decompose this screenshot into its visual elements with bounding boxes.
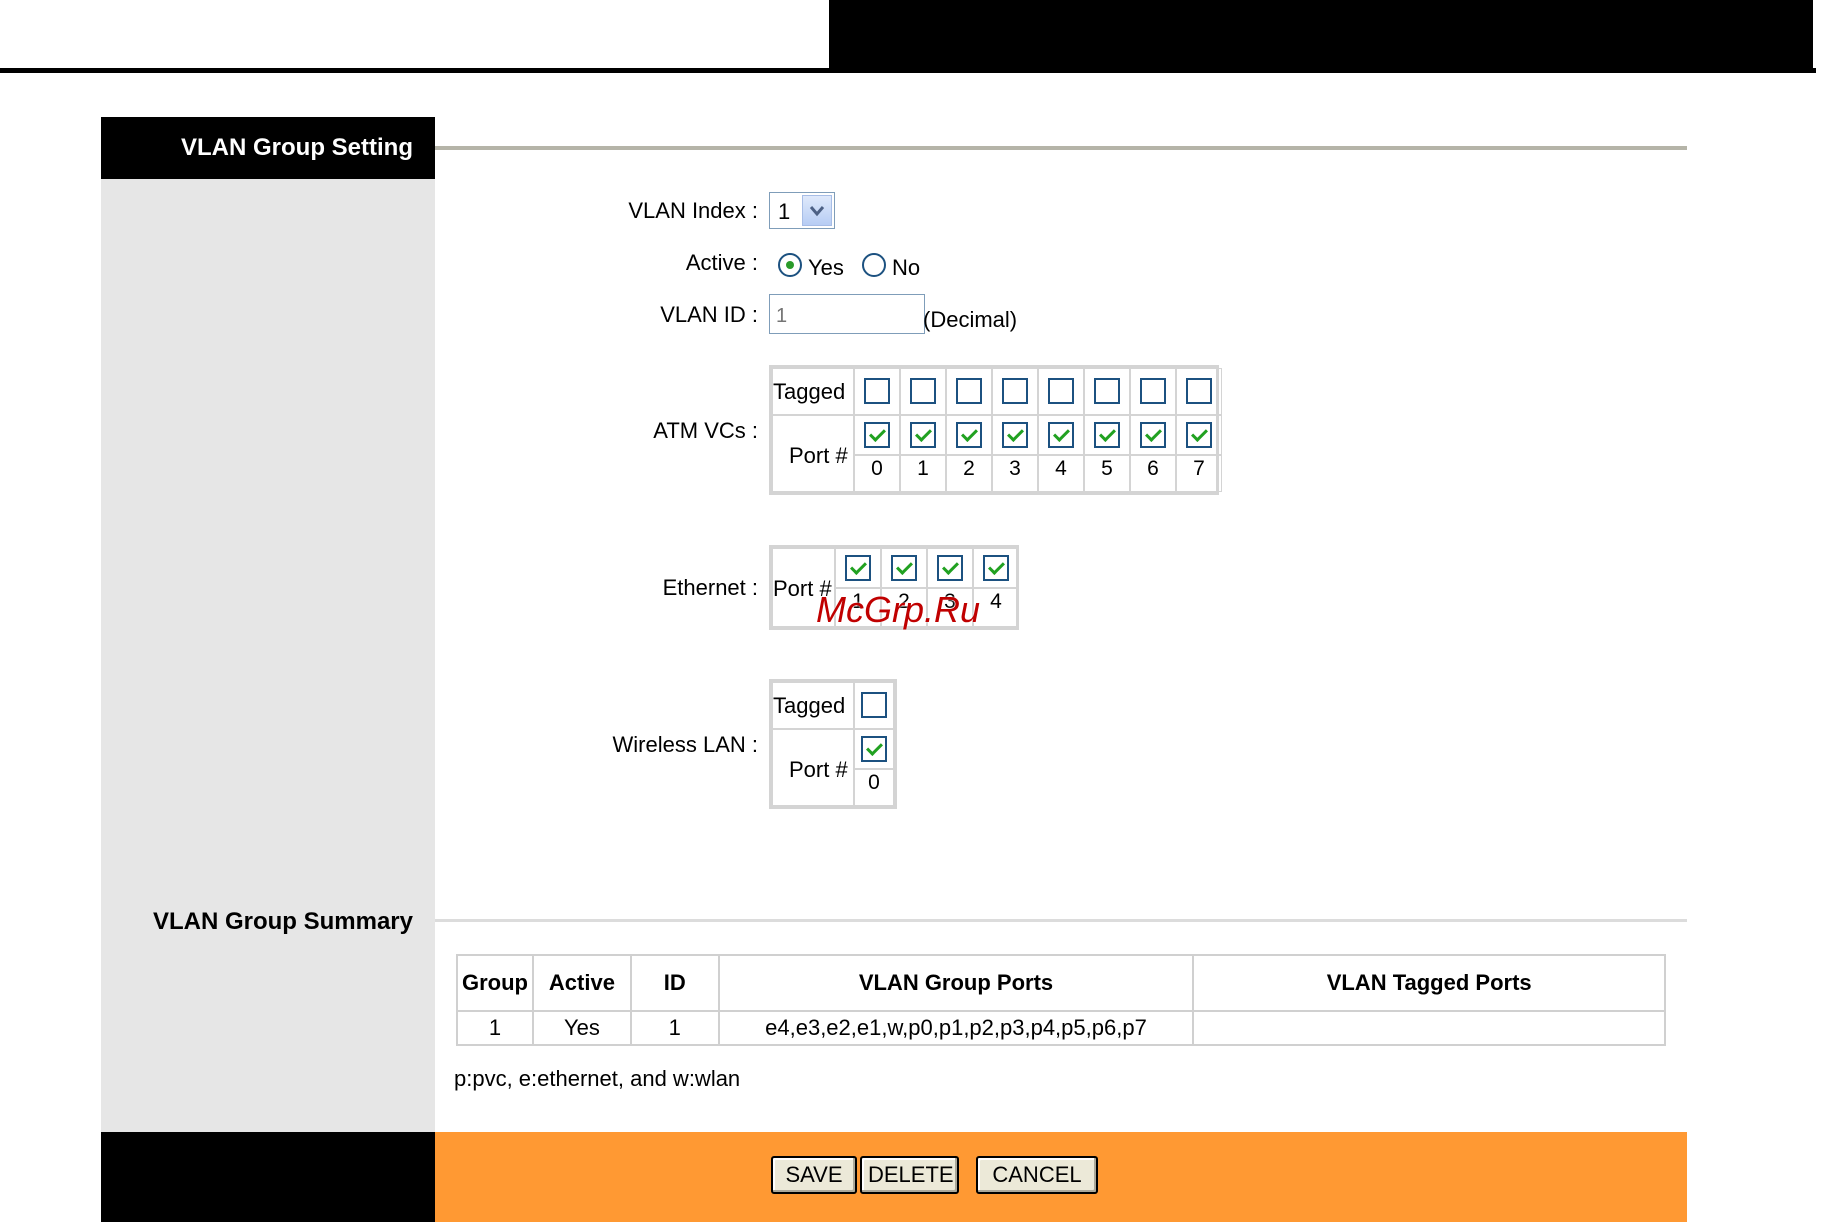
watermark: McGrp.Ru [816,589,981,630]
active-no-radio[interactable] [862,253,886,277]
vlan-index-select[interactable]: 1 [769,192,835,229]
tagged-checkbox[interactable] [1186,378,1212,404]
column-header: Active [531,954,632,1012]
column-header: VLAN Tagged Ports [1192,954,1666,1012]
section-rule [435,146,1687,150]
table-cell: Yes [531,1010,632,1046]
tagged-checkbox[interactable] [1048,378,1074,404]
page-header-rule [0,68,1816,73]
section-header-group-setting: VLAN Group Setting [101,117,435,179]
port-checkbox[interactable] [845,555,871,581]
page-header-block [829,0,1813,70]
cancel-button[interactable]: CANCEL [976,1156,1098,1194]
port-number: 1 [917,457,929,480]
wireless-lan-grid: Tagged Port # 0 [769,679,897,809]
port-checkbox[interactable] [937,555,963,581]
vlan-index-value: 1 [778,199,791,224]
section-title: VLAN Group Setting [181,134,413,161]
atm-port-label: Port # [789,443,848,468]
port-number: 4 [990,590,1002,613]
column-header: ID [629,954,720,1012]
wireless-lan-label: Wireless LAN : [612,732,758,757]
table-cell [1192,1010,1666,1046]
column-header: Group [456,954,534,1012]
active-no-label: No [892,255,921,280]
summary-legend: p:pvc, e:ethernet, and w:wlan [454,1066,741,1091]
table-cell: 1 [629,1010,720,1046]
port-number: 3 [1009,457,1021,480]
port-checkbox[interactable] [891,555,917,581]
tagged-checkbox[interactable] [861,692,887,718]
port-number: 7 [1193,457,1205,480]
tagged-checkbox[interactable] [1094,378,1120,404]
port-number: 6 [1147,457,1159,480]
port-checkbox[interactable] [983,555,1009,581]
port-checkbox[interactable] [956,422,982,448]
port-number: 4 [1055,457,1067,480]
port-checkbox[interactable] [1186,422,1212,448]
atm-vcs-grid: Tagged Port # 0 1 2 3 4 5 6 7 [769,365,1222,495]
port-checkbox[interactable] [910,422,936,448]
port-number: 5 [1101,457,1113,480]
vlan-id-input[interactable] [769,294,925,334]
table-row: 1 Yes 1 e4,e3,e2,e1,w,p0,p1,p2,p3,p4,p5,… [456,1010,1666,1046]
vlan-id-label: VLAN ID : [660,302,758,327]
section-title-group-summary: VLAN Group Summary [152,908,413,935]
tagged-checkbox[interactable] [956,378,982,404]
wlan-tagged-label: Tagged [773,693,846,718]
wlan-port-label: Port # [789,757,848,782]
left-column [101,117,435,1132]
table-cell: e4,e3,e2,e1,w,p0,p1,p2,p3,p4,p5,p6,p7 [717,1010,1195,1046]
vlan-id-suffix: (Decimal) [923,307,1018,332]
tagged-checkbox[interactable] [864,378,890,404]
port-number: 2 [963,457,975,480]
chevron-down-icon[interactable] [802,195,832,226]
active-yes-label: Yes [808,255,844,280]
port-checkbox[interactable] [1140,422,1166,448]
table-header-row: Group Active ID VLAN Group Ports VLAN Ta… [456,954,1666,1012]
active-yes-radio[interactable] [778,253,802,277]
active-label: Active : [685,250,758,275]
table-cell: 1 [456,1010,534,1046]
atm-vcs-label: ATM VCs : [653,418,758,443]
port-number: 0 [868,771,880,794]
ethernet-label: Ethernet : [662,575,758,600]
tagged-checkbox[interactable] [910,378,936,404]
port-checkbox[interactable] [1094,422,1120,448]
tagged-checkbox[interactable] [1002,378,1028,404]
vlan-index-label: VLAN Index : [628,198,758,223]
port-checkbox[interactable] [1048,422,1074,448]
port-checkbox[interactable] [861,736,887,762]
delete-button[interactable]: DELETE [860,1156,959,1194]
section-rule [435,919,1687,922]
port-checkbox[interactable] [1002,422,1028,448]
port-number: 0 [871,457,883,480]
column-header: VLAN Group Ports [717,954,1195,1012]
port-checkbox[interactable] [864,422,890,448]
tagged-checkbox[interactable] [1140,378,1166,404]
atm-tagged-label: Tagged [773,379,846,404]
summary-table: Group Active ID VLAN Group Ports VLAN Ta… [456,954,1666,1046]
footer-left-block [101,1132,435,1222]
save-button[interactable]: SAVE [771,1156,857,1194]
